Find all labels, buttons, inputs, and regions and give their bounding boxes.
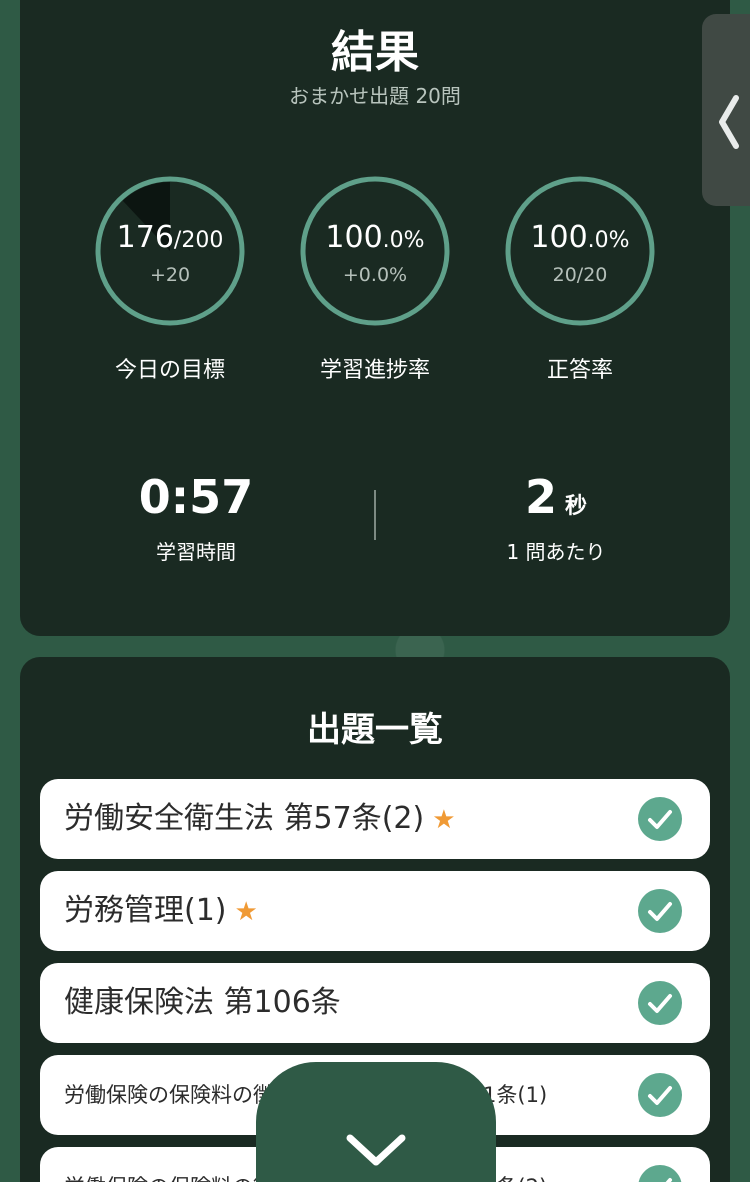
star-icon: ★ <box>432 805 456 835</box>
scroll-down-button[interactable] <box>256 1062 496 1182</box>
page-title: 結果 <box>331 27 419 78</box>
daily-goal-ring: 176/200 +20 <box>95 176 245 326</box>
question-item[interactable]: 労働安全衛生法 第57条(2) ★ <box>40 779 710 859</box>
check-circle-icon <box>638 1165 682 1182</box>
question-item[interactable]: 労務管理(1) ★ <box>40 871 710 951</box>
accuracy-count: 20/20 <box>552 264 608 286</box>
check-circle-icon <box>638 797 682 841</box>
result-card: 結果 おまかせ出題 20問 176/200 +20 今日の目標 100.0% +… <box>20 0 730 636</box>
star-icon: ★ <box>234 897 258 927</box>
check-circle-icon <box>638 889 682 933</box>
accuracy-value: 100.0% <box>530 220 630 255</box>
question-list-title: 出題一覧 <box>307 710 443 750</box>
question-item-label: 健康保険法 第106条 <box>64 985 341 1020</box>
quiz-subtitle: おまかせ出題 20問 <box>289 84 461 108</box>
chevron-down-icon <box>344 1130 408 1174</box>
progress-rate-delta: +0.0% <box>342 264 408 286</box>
question-item-label: 労働安全衛生法 第57条(2) ★ <box>64 801 456 836</box>
study-time-value: 0:57 <box>138 470 254 524</box>
question-item-label: 労務管理(1) ★ <box>64 893 258 928</box>
time-per-question-label: 1 問あたり <box>506 540 606 564</box>
study-time-label: 学習時間 <box>156 540 236 564</box>
accuracy-ring: 100.0% 20/20 <box>505 176 655 326</box>
chevron-left-icon <box>716 94 742 160</box>
progress-rate-value: 100.0% <box>325 220 425 255</box>
daily-goal-label: 今日の目標 <box>114 358 225 383</box>
daily-goal-delta: +20 <box>149 264 191 286</box>
progress-rate-ring: 100.0% +0.0% <box>300 176 450 326</box>
accuracy-label: 正答率 <box>546 358 613 383</box>
stats-divider <box>374 490 376 540</box>
daily-goal-value: 176/200 <box>116 220 224 255</box>
side-panel-toggle[interactable] <box>702 14 750 206</box>
check-circle-icon <box>638 981 682 1025</box>
time-per-question-value: 2秒 <box>524 470 588 524</box>
check-circle-icon <box>638 1073 682 1117</box>
question-item[interactable]: 健康保険法 第106条 <box>40 963 710 1043</box>
progress-rate-label: 学習進捗率 <box>319 358 430 383</box>
